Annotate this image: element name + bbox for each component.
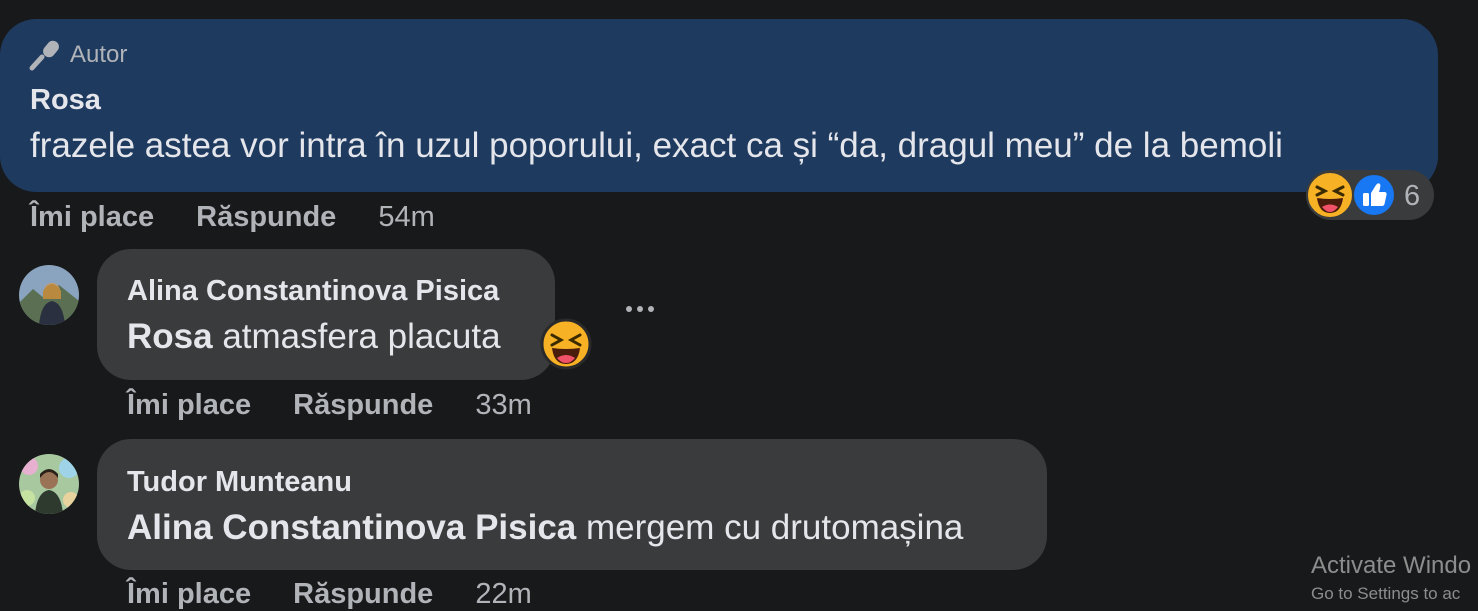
reply-message: mergem cu drutomașina — [586, 508, 964, 547]
reply-button[interactable]: Răspunde — [196, 201, 336, 234]
reply-button[interactable]: Răspunde — [293, 578, 433, 611]
author-comment-bubble — [0, 19, 1438, 192]
reply-text: Rosa atmasfera placuta — [127, 317, 501, 357]
reply-actions: Îmi place Răspunde 22m — [127, 578, 532, 611]
comment-timestamp[interactable]: 33m — [475, 389, 531, 422]
reply-bubble — [97, 249, 555, 380]
comment-timestamp[interactable]: 22m — [475, 578, 531, 611]
comment-timestamp[interactable]: 54m — [378, 201, 434, 234]
watermark-subtitle: Go to Settings to ac — [1311, 584, 1461, 603]
haha-emoji-icon — [540, 318, 592, 375]
avatar[interactable] — [19, 454, 79, 514]
author-badge-label: Autor — [70, 41, 128, 68]
avatar[interactable] — [19, 265, 79, 325]
like-button[interactable]: Îmi place — [127, 389, 251, 422]
watermark-title: Activate Windo — [1311, 552, 1472, 579]
like-reaction-icon — [1352, 173, 1396, 222]
microphone-icon — [28, 38, 62, 72]
like-button[interactable]: Îmi place — [30, 201, 154, 234]
more-options-icon[interactable] — [626, 306, 654, 312]
reply-button[interactable]: Răspunde — [293, 389, 433, 422]
haha-reaction-icon — [1306, 171, 1354, 224]
reply-author-name[interactable]: Tudor Munteanu — [127, 466, 352, 499]
author-comment-name[interactable]: Rosa — [30, 84, 101, 117]
like-button[interactable]: Îmi place — [127, 578, 251, 611]
mention-link[interactable]: Alina Constantinova Pisica — [127, 508, 576, 547]
reactions-count: 6 — [1404, 180, 1421, 212]
reply-bubble — [97, 439, 1047, 570]
windows-activation-watermark: Activate Windo Go to Settings to ac — [1311, 552, 1471, 604]
reply-text: Alina Constantinova Pisica mergem cu dru… — [127, 508, 963, 548]
author-badge: Autor — [28, 38, 127, 72]
reply-message: atmasfera placuta — [222, 317, 501, 356]
mention-link[interactable]: Rosa — [127, 317, 213, 356]
reply-actions: Îmi place Răspunde 33m — [127, 389, 532, 422]
reply-author-name[interactable]: Alina Constantinova Pisica — [127, 275, 499, 308]
author-comment-actions: Îmi place Răspunde 54m — [30, 201, 435, 234]
author-comment-text: frazele astea vor intra în uzul poporulu… — [30, 126, 1283, 165]
